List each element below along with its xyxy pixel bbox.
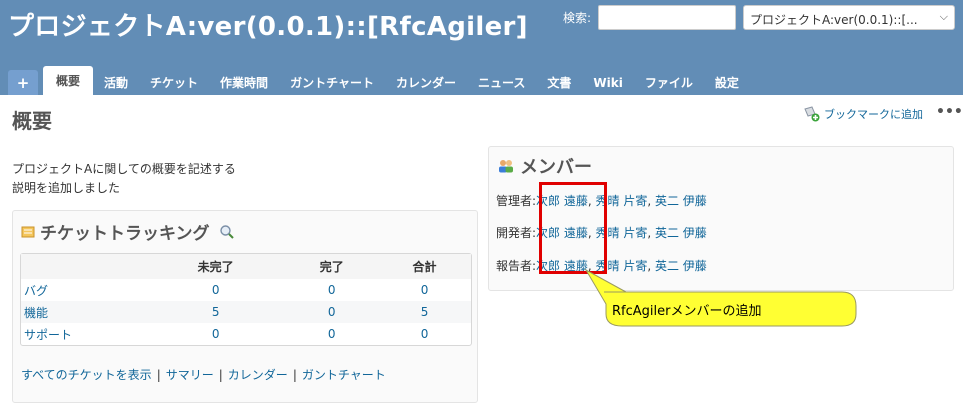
open-count-link[interactable]: 5 [146,301,286,323]
issues-links: すべてのチケットを表示 | サマリー | カレンダー | ガントチャート [21,366,386,383]
role-label: 開発者: [496,226,537,240]
search-input[interactable] [598,5,736,30]
column-header: 未完了 [146,254,286,279]
total-count-link[interactable]: 5 [378,301,471,323]
open-count-link[interactable]: 0 [146,323,285,345]
tab-news[interactable]: ニュース [467,70,536,95]
page-title: 概要 [12,109,52,133]
tab-activity[interactable]: 活動 [93,70,139,95]
issues-title-label: チケットトラッキング [40,224,210,244]
tracker-link[interactable]: バグ [21,279,146,301]
tab-files[interactable]: ファイル [634,70,704,95]
chevron-down-icon: ⌵ [939,10,948,23]
closed-count-link[interactable]: 0 [285,279,378,301]
highlight-frame [539,182,607,274]
member-link[interactable]: 英二 伊藤 [655,194,707,208]
project-title: プロジェクトA:ver(0.0.1)::[RfcAgiler] [8,12,528,42]
more-actions-icon[interactable]: ••• [936,104,963,120]
total-count-link[interactable]: 0 [378,323,471,345]
group-icon [499,160,513,173]
separator: | [156,368,161,382]
table-row: 機能 5 0 5 [21,301,471,323]
bookmark-label: ブックマークに追加 [824,108,923,121]
ticket-icon [21,226,35,237]
main-menu: + 概要 活動 チケット 作業時間 ガントチャート カレンダー ニュース 文書 … [8,66,750,95]
role-label: 報告者: [496,259,537,273]
total-count-link[interactable]: 0 [378,279,471,301]
members-title-label: メンバー [520,157,592,178]
tracker-link[interactable]: サポート [21,323,146,345]
column-header: 合計 [378,254,471,279]
tab-settings[interactable]: 設定 [704,70,750,95]
separator: | [218,368,223,382]
issues-table: 未完了 完了 合計 バグ 0 0 0 機能 5 0 5 サポート 0 0 0 [20,253,472,346]
project-jump-value: プロジェクトA:ver(0.0.1)::[... [750,13,918,27]
table-row: バグ 0 0 0 [21,279,471,301]
project-description: プロジェクトAに関しての概要を記述する 説明を追加しました [12,160,236,198]
open-count-link[interactable]: 0 [146,279,285,301]
closed-count-link[interactable]: 0 [285,301,379,323]
column-header [21,254,146,279]
description-line: プロジェクトAに関しての概要を記述する [12,162,236,176]
tracker-link[interactable]: 機能 [21,301,146,323]
role-label: 管理者: [496,194,537,208]
member-link[interactable]: 英二 伊藤 [655,226,707,240]
separator: | [292,368,297,382]
tab-wiki[interactable]: Wiki [582,70,633,95]
tab-gantt[interactable]: ガントチャート [279,70,385,95]
issues-tracking-title: チケットトラッキング [21,219,235,244]
issues-tracking-box: チケットトラッキング 未完了 完了 合計 バグ 0 0 0 機能 5 0 5 サ… [12,210,478,403]
bookmark-add-icon [804,106,820,122]
bookmark-link[interactable]: ブックマークに追加 [803,106,923,122]
tab-new-object[interactable]: + [8,70,38,95]
summary-link[interactable]: サマリー [166,368,214,382]
tab-overview[interactable]: 概要 [43,66,94,95]
search-label: 検索: [563,11,592,25]
column-header: 完了 [285,254,379,279]
description-line: 説明を追加しました [12,181,121,195]
member-link[interactable]: 英二 伊藤 [655,259,707,273]
table-header-row: 未完了 完了 合計 [21,254,471,279]
header: プロジェクトA:ver(0.0.1)::[RfcAgiler] 検索: プロジェ… [0,0,963,95]
zoom-icon[interactable] [219,224,235,240]
table-row: サポート 0 0 0 [21,323,471,345]
view-all-issues-link[interactable]: すべてのチケットを表示 [21,368,152,382]
tab-calendar[interactable]: カレンダー [385,70,467,95]
gantt-link[interactable]: ガントチャート [302,368,386,382]
tab-issues[interactable]: チケット [139,70,209,95]
tab-documents[interactable]: 文書 [536,70,582,95]
calendar-link[interactable]: カレンダー [228,368,288,382]
callout-text: RfcAgilerメンバーの追加 [612,304,762,319]
project-jump-select[interactable]: プロジェクトA:ver(0.0.1)::[... ⌵ [743,5,955,30]
members-title: メンバー [497,153,592,179]
tab-time-entries[interactable]: 作業時間 [209,70,279,95]
closed-count-link[interactable]: 0 [285,323,378,345]
